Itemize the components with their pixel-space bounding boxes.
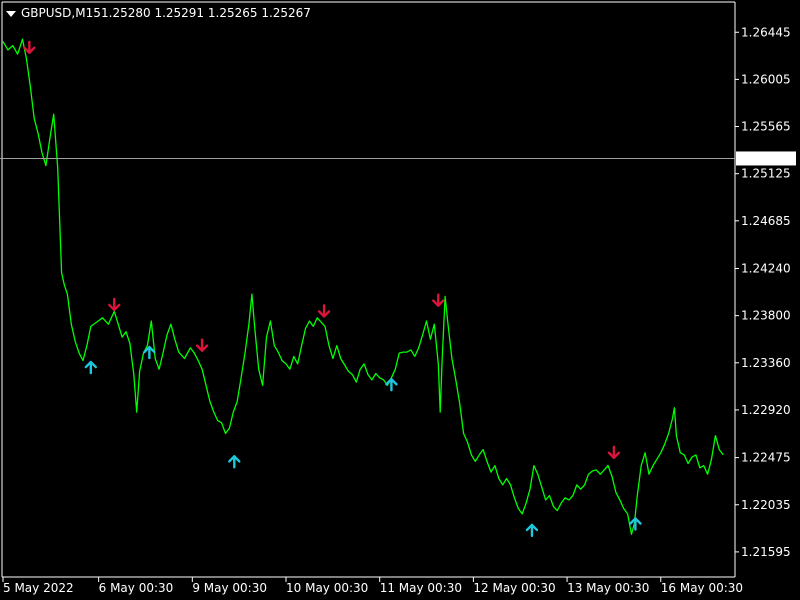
price-tick-label: 1.22035 — [741, 498, 791, 512]
price-tick-label: 1.23360 — [741, 356, 791, 370]
chart-svg[interactable]: 1.26445 1.26005 1.25565 1.25125 1.24685 1.242… — [0, 0, 800, 600]
price-tick-label: 1.26445 — [741, 25, 791, 39]
price-tick-label: 1.21595 — [741, 545, 791, 559]
price-tick-label: 1.23800 — [741, 309, 791, 323]
time-tick-label: 5 May 2022 — [3, 581, 74, 595]
current-price-label: 1.25267 — [741, 151, 791, 165]
price-tick-label: 1.25125 — [741, 167, 791, 181]
price-tick-label: 1.25565 — [741, 120, 791, 134]
price-tick-label: 1.24685 — [741, 214, 791, 228]
time-tick-label: 12 May 00:30 — [473, 581, 555, 595]
symbol-timeframe: GBPUSD,M15 — [21, 6, 101, 20]
time-tick-label: 6 May 00:30 — [99, 581, 174, 595]
price-tick-label: 1.22475 — [741, 451, 791, 465]
price-tick-label: 1.26005 — [741, 72, 791, 86]
time-tick-label: 13 May 00:30 — [567, 581, 649, 595]
chart-background — [0, 0, 800, 600]
time-tick-label: 16 May 00:30 — [661, 581, 743, 595]
time-tick-label: 9 May 00:30 — [192, 581, 267, 595]
ohlc-values: 1.25280 1.25291 1.25265 1.25267 — [101, 6, 311, 20]
time-tick-label: 11 May 00:30 — [380, 581, 462, 595]
price-tick-label: 1.24240 — [741, 262, 791, 276]
price-tick-label: 1.22920 — [741, 403, 791, 417]
time-tick-label: 10 May 00:30 — [286, 581, 368, 595]
